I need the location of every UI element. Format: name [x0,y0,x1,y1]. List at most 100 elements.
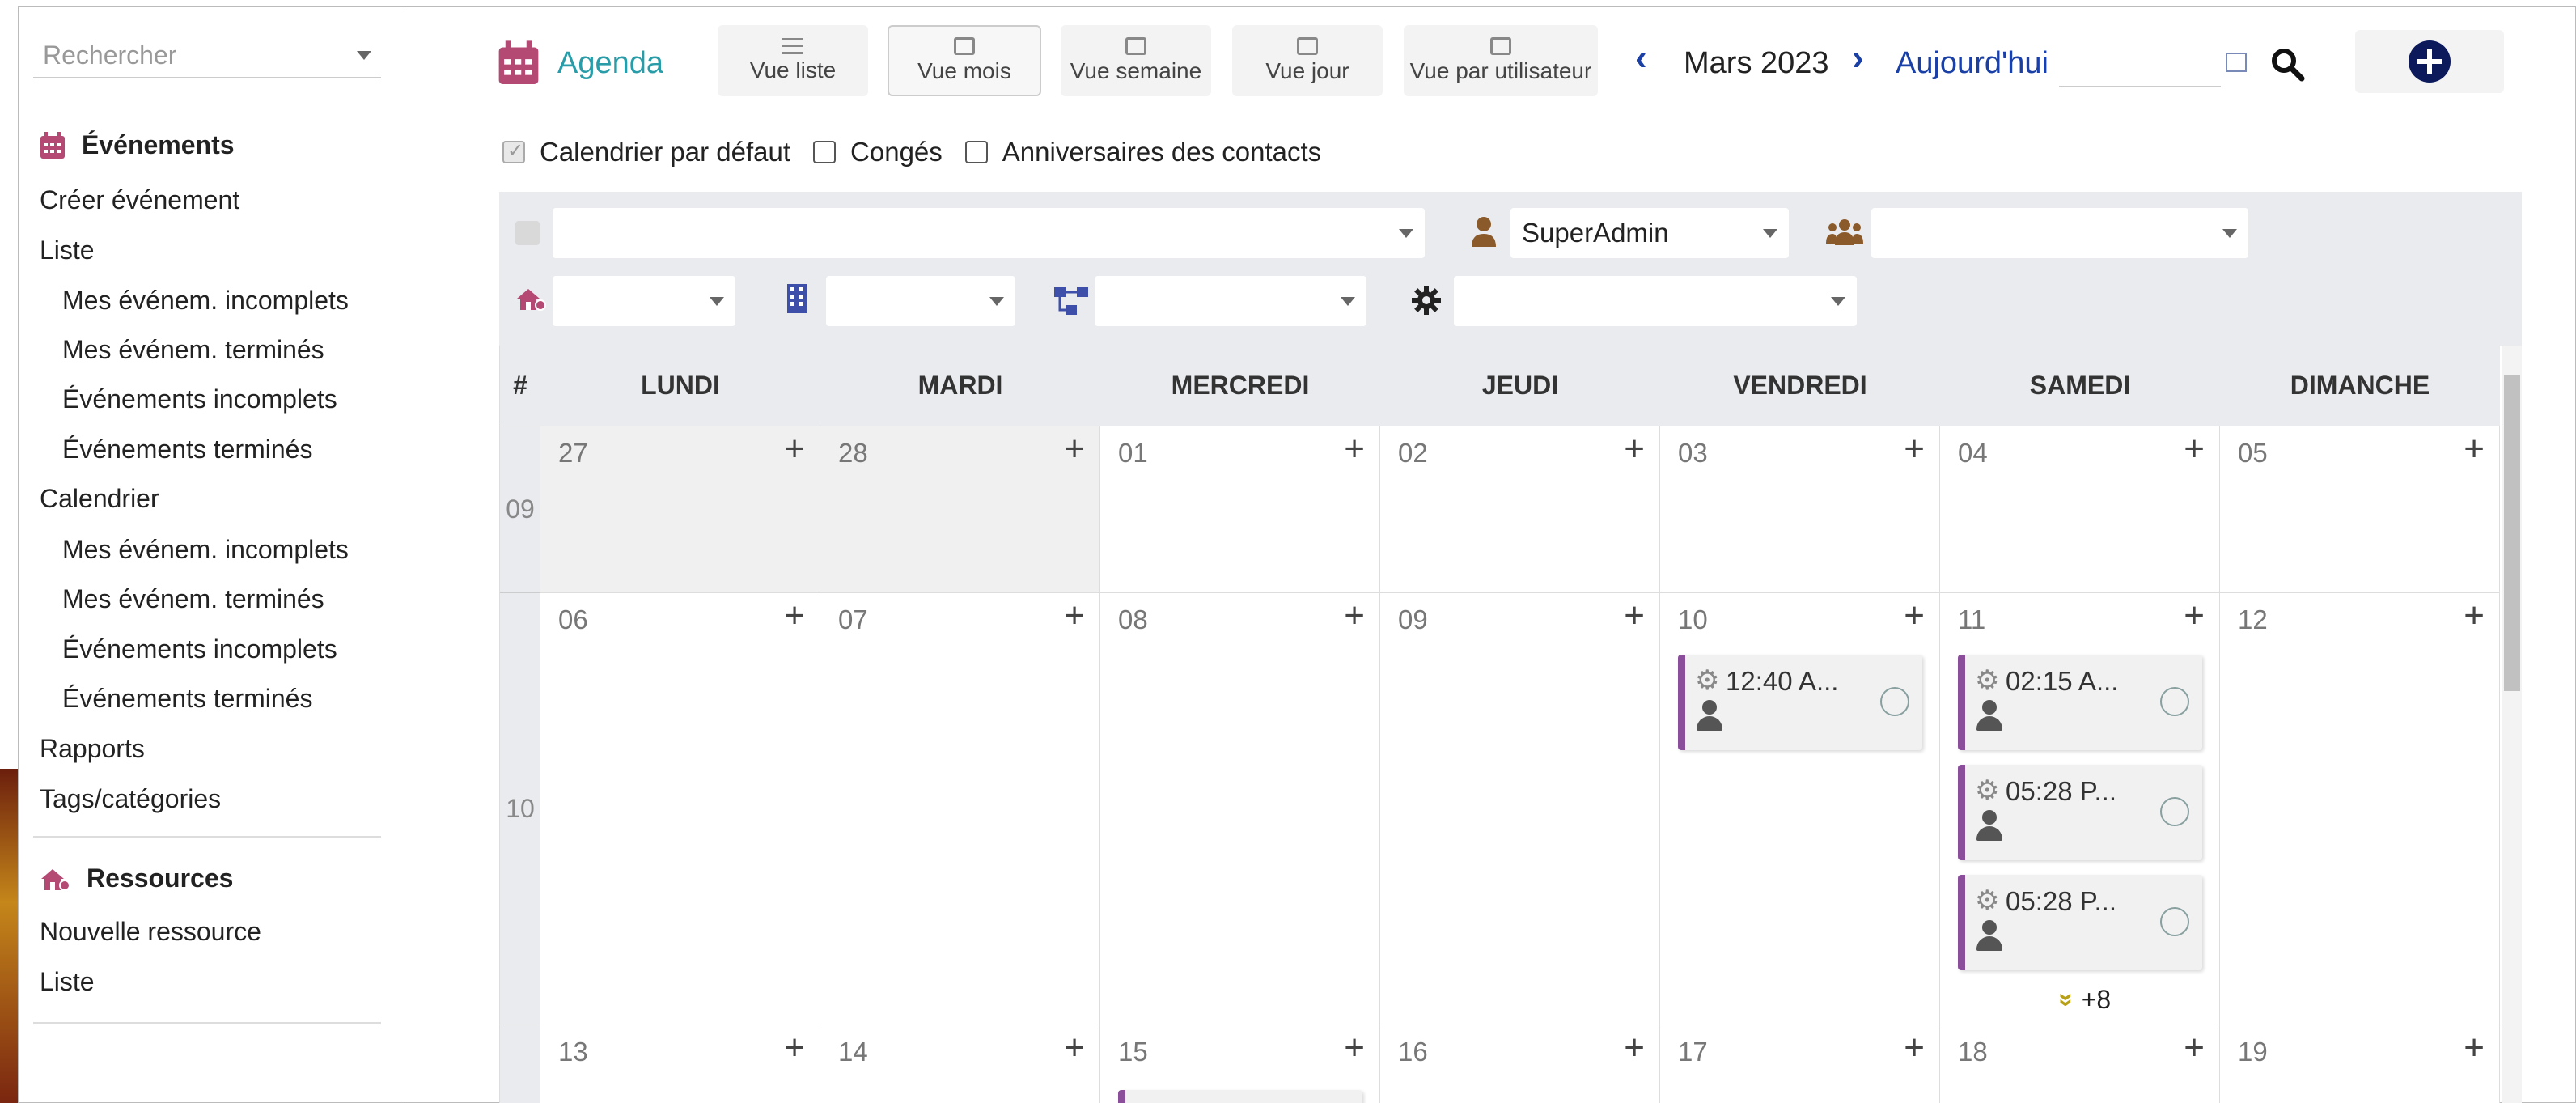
add-event-icon[interactable]: + [2464,431,2485,467]
status-circle-icon[interactable] [1880,687,1909,716]
day-cell[interactable]: 19 + [2220,1025,2500,1103]
birthdays-checkbox[interactable] [964,141,988,163]
day-cell[interactable]: 28 + [820,426,1100,593]
add-event-icon[interactable]: + [1904,598,1925,634]
sidebar-item-cal-incomplete[interactable]: Événements incomplets [62,634,337,664]
day-cell[interactable]: 12 + [2220,593,2500,1025]
day-cell[interactable]: 05 + [2220,426,2500,593]
event-card[interactable] [1118,1090,1362,1103]
add-event-icon[interactable]: + [784,598,805,634]
sidebar-item-incomplete[interactable]: Événements incomplets [62,384,337,414]
day-cell[interactable]: 13 + [540,1025,820,1103]
add-event-icon[interactable]: + [1064,1030,1085,1066]
today-link[interactable]: Aujourd'hui [1896,46,2049,81]
day-cell[interactable]: 27 + [540,426,820,593]
day-number: 02 [1398,438,1428,468]
sidebar-item-cal-my-done[interactable]: Mes événem. terminés [62,584,324,614]
chevron-left-icon[interactable]: ‹ [1635,38,1647,78]
add-event-icon[interactable]: + [1064,431,1085,467]
project-select[interactable] [1095,276,1366,326]
leave-checkbox[interactable] [813,141,837,163]
add-event-icon[interactable]: + [1624,431,1645,467]
add-event-icon[interactable]: + [784,431,805,467]
chevron-right-icon[interactable]: › [1852,38,1864,78]
sidebar-item-reports[interactable]: Rapports [40,734,145,764]
day-cell[interactable]: 01 + [1100,426,1380,593]
sidebar-item-resource-list[interactable]: Liste [40,967,95,997]
day-cell[interactable]: 04 + [1940,426,2220,593]
add-event-icon[interactable]: + [1064,598,1085,634]
sidebar-item-done[interactable]: Événements terminés [62,435,312,465]
add-event-icon[interactable]: + [1344,431,1365,467]
day-cell[interactable]: 14 + [820,1025,1100,1103]
add-event-icon[interactable]: + [1624,1030,1645,1066]
sidebar-item-my-incomplete[interactable]: Mes événem. incomplets [62,286,349,316]
add-event-icon[interactable]: + [1904,431,1925,467]
add-event-icon[interactable]: + [2184,1030,2205,1066]
day-cell[interactable]: 06 + [540,593,820,1025]
day-header: SAMEDI [1940,346,2220,426]
sidebar-item-cal-done[interactable]: Événements terminés [62,684,312,714]
tab-label: Vue jour [1265,58,1349,83]
add-event-icon[interactable]: + [2184,431,2205,467]
status-circle-icon[interactable] [2160,907,2189,936]
category-select[interactable] [1454,276,1857,326]
add-event-icon[interactable]: + [2464,1030,2485,1066]
add-event-icon[interactable]: + [1344,598,1365,634]
sidebar-section-events[interactable]: Événements [40,130,235,160]
sidebar-item-new-resource[interactable]: Nouvelle ressource [40,917,261,947]
sidebar-item-tags[interactable]: Tags/catégories [40,784,221,814]
add-event-icon[interactable]: + [1904,1030,1925,1066]
tab-user-view[interactable]: Vue par utilisateur [1404,25,1598,96]
more-events-link[interactable]: » +8 [2053,985,2111,1015]
company-select[interactable] [826,276,1015,326]
day-cell[interactable]: 07 + [820,593,1100,1025]
day-cell[interactable]: 02 + [1380,426,1660,593]
sidebar-item-list[interactable]: Liste [40,235,95,265]
add-event-icon[interactable]: + [2184,598,2205,634]
tab-list-view[interactable]: Vue liste [718,25,868,96]
sidebar-section-resources[interactable]: Ressources [40,863,233,893]
sidebar-item-cal-my-incomplete[interactable]: Mes événem. incomplets [62,535,349,565]
day-cell[interactable]: 08 + [1100,593,1380,1025]
add-event-icon[interactable]: + [2464,598,2485,634]
event-card[interactable]: ⚙ 05:28 P... [1958,875,2202,970]
date-input[interactable] [2059,40,2221,87]
search-icon[interactable] [2269,46,2305,82]
user-select[interactable]: SuperAdmin [1510,208,1789,258]
day-cell[interactable]: 18 + [1940,1025,2220,1103]
scrollbar-thumb[interactable] [2504,375,2520,691]
chevron-down-icon [2222,228,2237,238]
event-card[interactable]: ⚙ 05:28 P... [1958,765,2202,860]
tab-label: Vue semaine [1070,58,1202,83]
group-select[interactable] [1871,208,2248,258]
resource-select[interactable] [553,276,735,326]
user-icon [1976,700,2002,732]
chevron-down-icon[interactable] [357,50,371,60]
divider [33,1022,381,1024]
tab-month-view[interactable]: Vue mois [888,25,1041,96]
search-input[interactable]: Rechercher [33,33,381,78]
status-circle-icon[interactable] [2160,687,2189,716]
day-cell[interactable]: 09 + [1380,593,1660,1025]
sidebar-item-my-done[interactable]: Mes événem. terminés [62,335,324,365]
calendar-picker-icon[interactable] [2226,53,2247,72]
sidebar-item-create-event[interactable]: Créer événement [40,185,239,215]
event-card[interactable]: ⚙ 12:40 A... [1678,655,1922,750]
day-cell[interactable]: 17 + [1660,1025,1940,1103]
add-event-icon[interactable]: + [784,1030,805,1066]
add-event-button[interactable] [2355,30,2504,93]
event-card[interactable]: ⚙ 02:15 A... [1958,655,2202,750]
day-cell[interactable]: 03 + [1660,426,1940,593]
day-cell[interactable]: 16 + [1380,1025,1660,1103]
status-circle-icon[interactable] [2160,797,2189,826]
day-number: 01 [1118,438,1148,468]
sidebar-item-calendar[interactable]: Calendrier [40,484,159,514]
add-event-icon[interactable]: + [1624,598,1645,634]
default-calendar-checkbox[interactable] [502,139,525,163]
add-event-icon[interactable]: + [1344,1030,1365,1066]
select-all-checkbox[interactable] [515,221,540,245]
tab-week-view[interactable]: Vue semaine [1061,25,1211,96]
tab-day-view[interactable]: Vue jour [1232,25,1383,96]
event-type-select[interactable] [553,208,1425,258]
